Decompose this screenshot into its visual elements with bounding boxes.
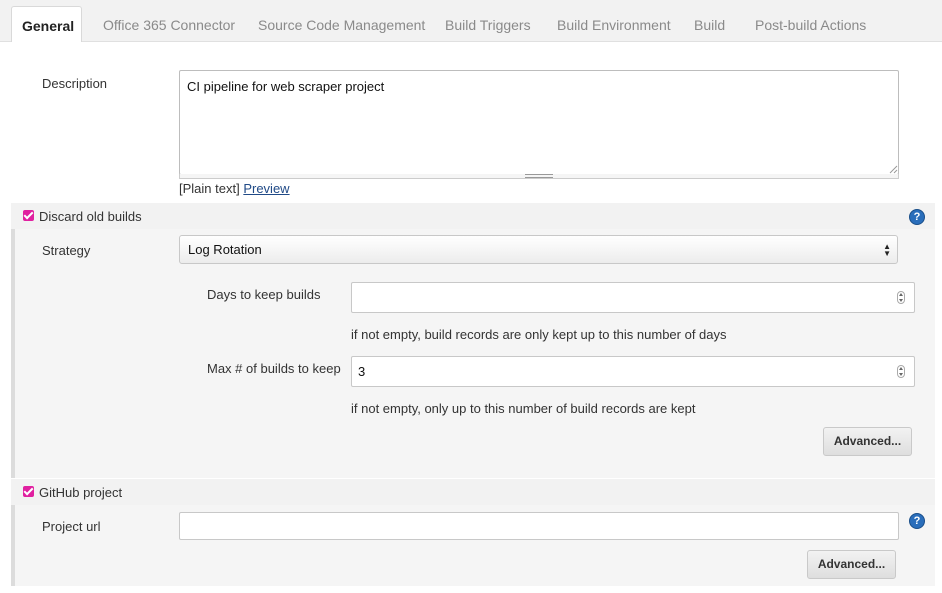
discard-old-builds-checkbox[interactable] (23, 210, 34, 221)
discard-old-builds-label: Discard old builds (39, 209, 142, 224)
max-builds-value: 3 (358, 364, 366, 379)
max-builds-hint: if not empty, only up to this number of … (351, 401, 696, 416)
description-label: Description (42, 76, 108, 91)
discard-old-builds-body (11, 229, 935, 478)
description-textarea[interactable]: CI pipeline for web scraper project (179, 70, 899, 175)
github-project-header (11, 479, 935, 505)
tab-office-365-connector[interactable]: Office 365 Connector (93, 10, 245, 40)
select-arrows-icon: ▲ ▼ (883, 242, 891, 258)
help-icon[interactable]: ? (909, 513, 925, 529)
textarea-resize-grip[interactable] (179, 174, 899, 179)
strategy-label: Strategy (42, 243, 91, 258)
strategy-select[interactable]: Log Rotation ▲ ▼ (179, 235, 898, 264)
strategy-selected-value: Log Rotation (188, 242, 262, 257)
max-builds-input[interactable]: 3 (351, 356, 915, 387)
tab-source-code-management[interactable]: Source Code Management (248, 10, 435, 40)
project-url-label: Project url (42, 519, 101, 534)
plain-text-label: [Plain text] (179, 181, 240, 196)
days-to-keep-label: Days to keep builds (207, 287, 321, 302)
github-project-checkbox[interactable] (23, 486, 34, 497)
preview-link[interactable]: Preview (243, 181, 289, 196)
github-project-label: GitHub project (39, 485, 123, 500)
tab-build-environment[interactable]: Build Environment (547, 10, 681, 40)
tab-build-triggers[interactable]: Build Triggers (435, 10, 541, 40)
max-builds-label: Max # of builds to keep (207, 361, 341, 376)
github-advanced-button[interactable]: Advanced... (807, 550, 896, 579)
tab-build[interactable]: Build (684, 10, 735, 40)
tab-bar: General Office 365 Connector Source Code… (0, 0, 942, 42)
spinner-icon[interactable] (897, 291, 905, 304)
help-icon[interactable]: ? (909, 209, 925, 225)
discard-advanced-button[interactable]: Advanced... (823, 427, 912, 456)
project-url-input[interactable] (179, 512, 899, 540)
tab-post-build-actions[interactable]: Post-build Actions (745, 10, 876, 40)
spinner-icon[interactable] (897, 365, 905, 378)
discard-old-builds-header (11, 203, 935, 229)
description-format: [Plain text] Preview (179, 181, 290, 196)
days-to-keep-input[interactable] (351, 282, 915, 313)
tab-general[interactable]: General (11, 6, 82, 42)
days-to-keep-hint: if not empty, build records are only kep… (351, 327, 727, 342)
resize-handle-icon[interactable] (889, 165, 898, 174)
